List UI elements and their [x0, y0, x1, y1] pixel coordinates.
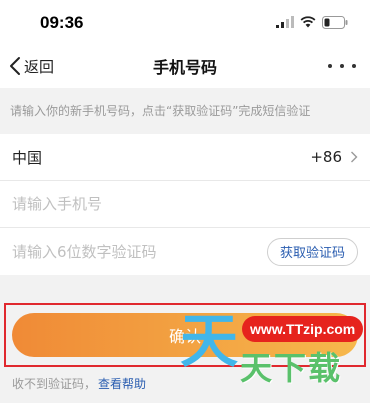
verification-code-input[interactable]: [12, 242, 252, 261]
phone-input[interactable]: [12, 195, 252, 213]
back-label: 返回: [24, 57, 55, 76]
more-dot: [328, 64, 332, 68]
signal-icon: [276, 16, 294, 28]
more-dot: [340, 64, 344, 68]
help-row: 收不到验证码， 查看帮助: [12, 372, 146, 394]
instruction-hint: 请输入你的新手机号码，点击“获取验证码”完成短信验证: [0, 88, 370, 132]
code-row: 获取验证码: [0, 228, 370, 275]
chevron-left-icon: [10, 57, 20, 75]
confirm-button[interactable]: 确认: [12, 313, 358, 357]
help-link[interactable]: 查看帮助: [98, 375, 146, 392]
back-button[interactable]: 返回: [8, 44, 54, 88]
country-row[interactable]: 中国 +86: [0, 134, 370, 181]
status-time: 09:36: [40, 13, 84, 32]
more-button[interactable]: [328, 44, 356, 88]
battery-icon: [322, 15, 348, 29]
status-icons: [276, 15, 348, 29]
more-dot: [352, 64, 356, 68]
phone-row: [0, 181, 370, 228]
wifi-icon: [300, 16, 316, 28]
page-title: 手机号码: [152, 58, 217, 77]
phone-form: 中国 +86 获取验证码: [0, 134, 370, 275]
chevron-right-icon: [351, 151, 358, 163]
get-code-button[interactable]: 获取验证码: [266, 237, 358, 266]
status-bar: 09:36: [0, 0, 370, 44]
country-name: 中国: [12, 148, 43, 167]
help-text: 收不到验证码，: [12, 376, 97, 391]
country-code: +86: [310, 148, 342, 166]
nav-bar: 返回 手机号码: [0, 44, 370, 88]
